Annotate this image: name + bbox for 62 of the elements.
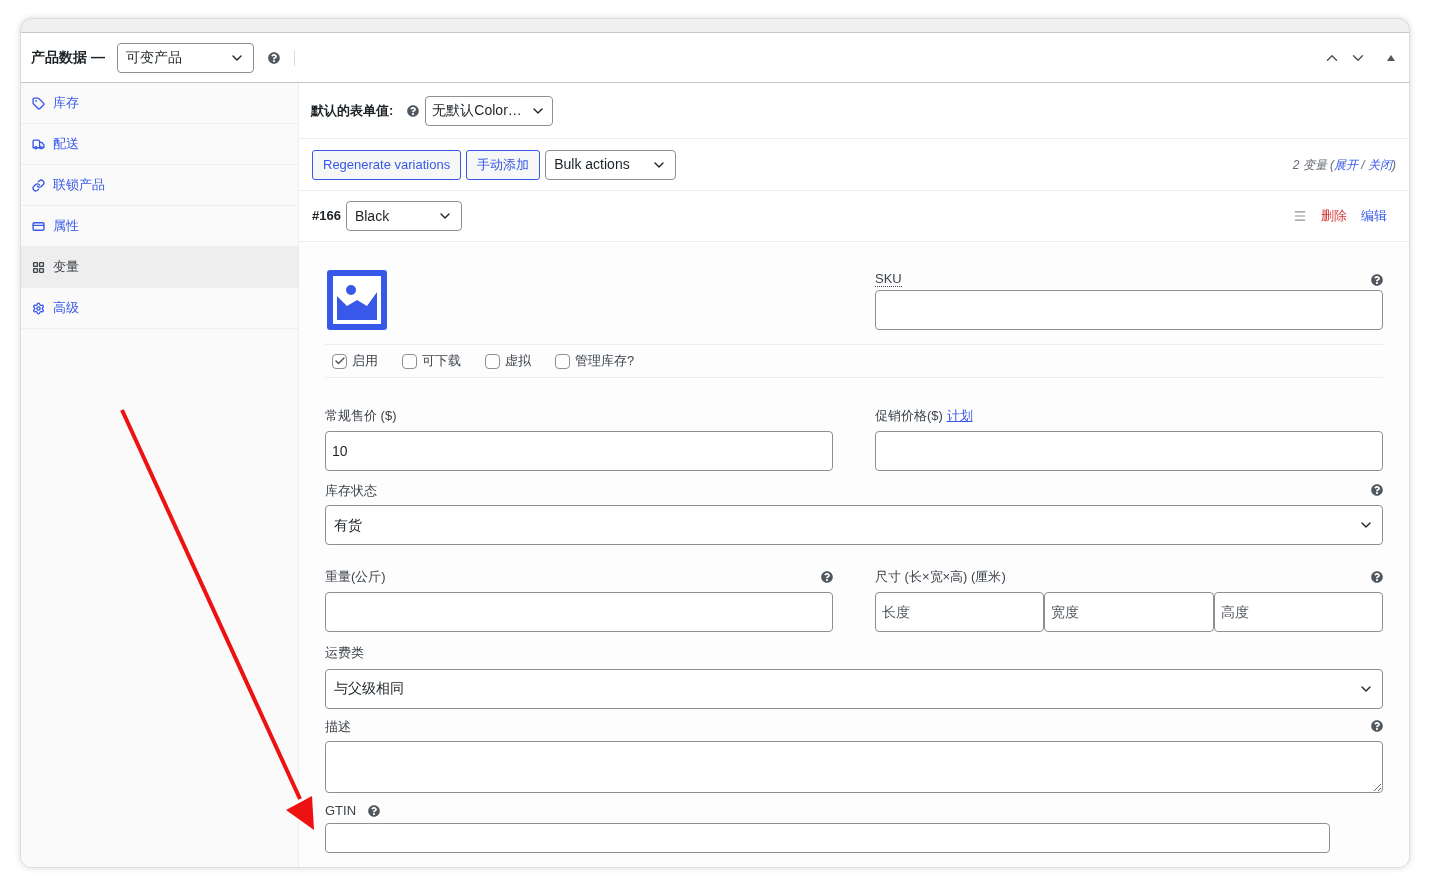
truck-icon (32, 137, 45, 151)
field-label: SKU (875, 272, 902, 287)
toolbar-button[interactable]: Regenerate variations (312, 149, 462, 180)
sku-field[interactable] (875, 290, 1383, 330)
checkbox-label: 启用 (352, 352, 378, 371)
schedule-link[interactable]: 计划 (946, 408, 973, 423)
attribute-select[interactable]: Black (345, 201, 462, 231)
help-icon[interactable] (821, 570, 833, 583)
collapse-link[interactable]: 关闭 (1368, 157, 1392, 172)
sale-price-field[interactable] (875, 430, 1383, 471)
defaults-label: 默认的表单值: (311, 101, 394, 120)
field-label: 库存状态 (325, 481, 377, 500)
panel-title: 产品数据 — (31, 48, 105, 67)
description-field[interactable] (325, 741, 1383, 793)
image-placeholder-icon[interactable] (327, 270, 387, 330)
toolbar-button[interactable]: 手动添加 (466, 149, 541, 180)
bulk-actions-select[interactable]: Bulk actions (545, 149, 677, 180)
delete-link[interactable]: 删除 (1321, 206, 1347, 226)
drag-handle-icon[interactable] (1293, 209, 1307, 223)
help-icon[interactable] (1371, 720, 1383, 733)
collapse-icon[interactable] (1387, 54, 1395, 61)
dimension-field[interactable]: 宽度 (1044, 591, 1214, 632)
checkbox[interactable] (485, 353, 500, 369)
field-label: GTIN (325, 802, 357, 820)
help-icon[interactable] (267, 51, 280, 64)
gear-icon (32, 301, 45, 315)
regular-price-field[interactable]: 10 (325, 430, 833, 471)
field-label: 重量(公斤) (325, 568, 386, 586)
dimension-field[interactable]: 高度 (1213, 591, 1383, 632)
variations-summary: 2 变量 (展开 / 关闭) (1292, 156, 1396, 174)
help-icon[interactable] (1371, 570, 1383, 583)
field-label: 常规售价 ($) (325, 407, 398, 425)
help-icon[interactable] (407, 104, 420, 117)
check-icon (333, 355, 346, 367)
checkbox-label: 可下载 (422, 352, 461, 371)
dimension-field[interactable]: 长度 (875, 591, 1045, 632)
field-label: 描述 (325, 717, 351, 736)
sidebar-item[interactable]: 变量 (21, 247, 298, 288)
grid-icon (32, 260, 45, 274)
help-icon[interactable] (368, 804, 381, 817)
expand-link[interactable]: 展开 (1334, 157, 1358, 172)
gtin-field[interactable] (325, 822, 1330, 853)
tag-icon (32, 96, 45, 110)
link-icon (32, 178, 45, 192)
variation-id: #166 (312, 207, 341, 226)
checkbox[interactable] (402, 353, 417, 369)
edit-link[interactable]: 编辑 (1361, 206, 1387, 226)
field-label: 运费类 (325, 644, 364, 660)
field-label: 尺寸 (长×宽×高) (厘米) (875, 568, 1006, 586)
shipping-class-select[interactable]: 与父级相同 (325, 668, 1383, 709)
checkbox[interactable] (555, 353, 570, 369)
checkbox-label: 管理库存? (575, 352, 635, 371)
help-icon[interactable] (1371, 273, 1383, 286)
stock-status-select[interactable]: 有货 (325, 505, 1383, 545)
checkbox-label: 虚拟 (505, 352, 531, 371)
field-label: 促销价格($) 计划 (875, 407, 974, 425)
product-type-select[interactable]: 可变产品 (116, 42, 254, 73)
help-icon[interactable] (1371, 484, 1383, 497)
weight-field[interactable] (325, 591, 833, 632)
checkbox[interactable] (332, 353, 347, 369)
list-icon (32, 219, 45, 233)
default-value-select[interactable]: 无默认Color… (425, 95, 554, 126)
